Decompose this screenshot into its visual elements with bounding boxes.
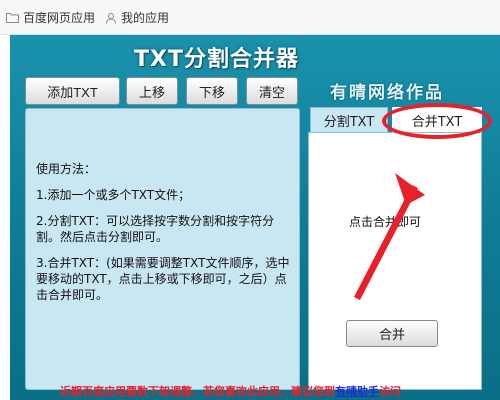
txt-split-merge-app: TXT分割合并器 添加TXT 上移 下移 清空 有晴网络作品 使用方法： 1.添… xyxy=(10,35,500,400)
annotation-arrow-icon xyxy=(354,173,425,300)
browser-bookmark-bar: 百度网页应用 我的应用 xyxy=(0,0,500,35)
footer-notice: 近期百度应用要数下架调整，若您喜欢此应用，建议您到有晴助手访问 xyxy=(60,383,500,399)
youqing-assistant-link[interactable]: 有晴助手 xyxy=(335,385,379,398)
bookmark-my-apps[interactable]: 我的应用 xyxy=(105,9,169,26)
bookmark-baidu-web-apps[interactable]: 百度网页应用 xyxy=(6,9,95,26)
footer-tail: 访问 xyxy=(379,385,401,398)
footer-text: 近期百度应用要数下架调整，若您喜欢此应用，建议您到 xyxy=(60,385,335,398)
folder-icon xyxy=(6,13,19,23)
bookmark-label: 我的应用 xyxy=(121,11,170,25)
user-icon xyxy=(106,12,116,24)
bookmark-label: 百度网页应用 xyxy=(23,11,96,25)
